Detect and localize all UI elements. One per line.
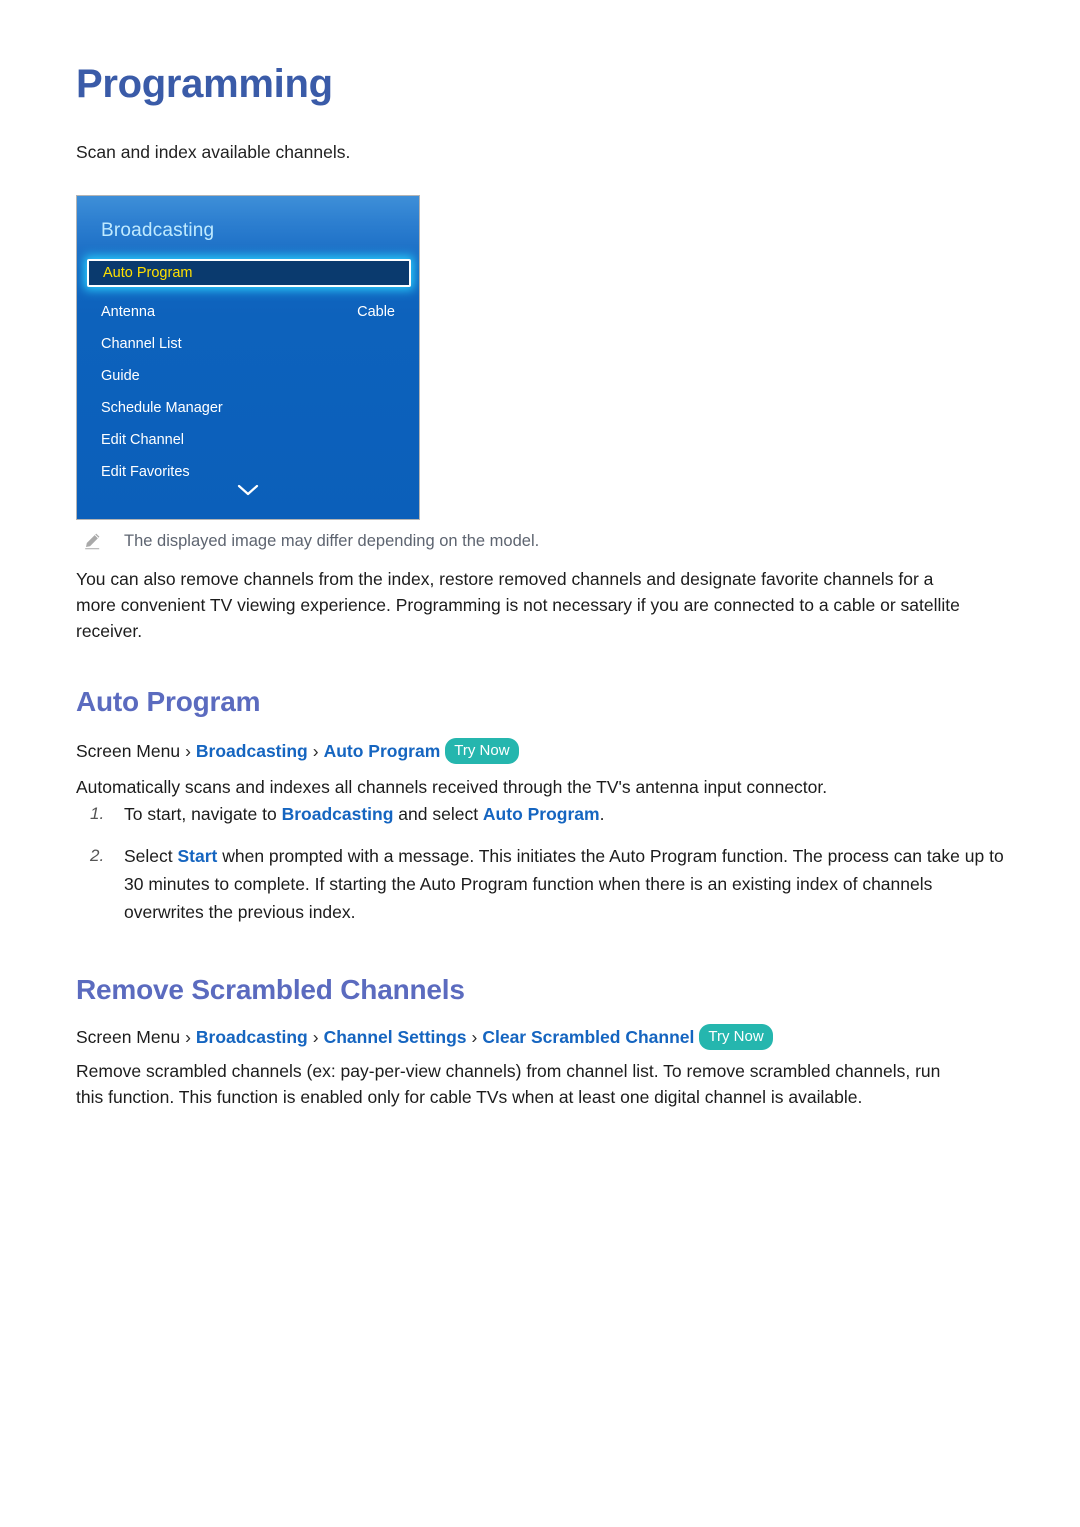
section-heading-auto-program: Auto Program [76, 686, 261, 717]
section-heading-remove-scrambled-channels: Remove Scrambled Channels [76, 974, 465, 1005]
list-item: 2. Select Start when prompted with a mes… [76, 842, 1016, 926]
breadcrumb-separator: › [185, 741, 191, 761]
tv-menu-screenshot: Broadcasting Auto Program Antenna Cable … [76, 195, 420, 520]
chevron-down-icon[interactable] [77, 484, 419, 499]
auto-program-body-paragraph: Automatically scans and indexes all chan… [76, 777, 828, 797]
tv-highlight-box: Auto Program [87, 259, 411, 287]
tv-menu-item-label: Schedule Manager [101, 400, 223, 416]
breadcrumb-link-clear-scrambled-channel[interactable]: Clear Scrambled Channel [482, 1027, 694, 1047]
tv-menu-list: Antenna Cable Channel List Guide Schedul… [77, 296, 419, 488]
breadcrumb-link-broadcasting[interactable]: Broadcasting [196, 741, 308, 761]
tv-menu-item-edit-channel[interactable]: Edit Channel [77, 424, 419, 456]
page-intro-text: Scan and index available channels. [76, 142, 351, 162]
pencil-icon [82, 531, 102, 551]
breadcrumb-link-broadcasting[interactable]: Broadcasting [196, 1027, 308, 1047]
breadcrumb-separator: › [471, 1027, 478, 1047]
breadcrumb-root: Screen Menu [76, 741, 181, 761]
breadcrumb-remove-scrambled: Screen Menu › Broadcasting › Channel Setting… [76, 1024, 773, 1052]
inline-link-auto-program[interactable]: Auto Program [483, 804, 600, 824]
step-text-part: To start, navigate to [124, 804, 282, 824]
note-text: The displayed image may differ depending… [124, 532, 540, 550]
tv-menu-item-label: Antenna [101, 304, 156, 320]
breadcrumb-separator: › [312, 1027, 319, 1047]
list-item: 1. To start, navigate to Broadcasting an… [76, 800, 1016, 828]
list-item-number: 2. [90, 846, 105, 865]
breadcrumb-separator: › [312, 741, 319, 761]
tv-menu-item-auto-program[interactable]: Auto Program [84, 256, 414, 290]
tv-menu-item-schedule-manager[interactable]: Schedule Manager [77, 392, 419, 424]
tv-menu-item-guide[interactable]: Guide [77, 360, 419, 392]
page-title: Programming [76, 62, 333, 106]
breadcrumb-link-channel-settings[interactable]: Channel Settings [324, 1027, 467, 1047]
step-text-part: when prompted with a message. This initi… [124, 846, 1004, 922]
tv-menu-item-label-selected: Auto Program [103, 265, 193, 281]
inline-link-start[interactable]: Start [178, 846, 218, 866]
tv-menu-item-label: Channel List [101, 336, 182, 352]
list-item-text: To start, navigate to Broadcasting and s… [124, 804, 604, 824]
note-row: The displayed image may differ depending… [76, 530, 976, 556]
tv-menu-item-antenna[interactable]: Antenna Cable [77, 296, 419, 328]
intro-body-paragraph: You can also remove channels from the in… [76, 569, 960, 641]
auto-program-steps-list: 1. To start, navigate to Broadcasting an… [76, 800, 1016, 940]
tv-menu-item-label: Guide [101, 368, 140, 384]
list-item-number: 1. [90, 804, 105, 823]
try-now-badge[interactable]: Try Now [699, 1024, 773, 1050]
breadcrumb-root: Screen Menu [76, 1027, 181, 1047]
document-page: Programming Scan and index available cha… [0, 0, 1080, 1527]
step-text-part: and select [393, 804, 483, 824]
list-item-text: Select Start when prompted with a messag… [124, 846, 1004, 922]
tv-menu-item-channel-list[interactable]: Channel List [77, 328, 419, 360]
step-text-part: . [599, 804, 605, 824]
try-now-badge[interactable]: Try Now [445, 738, 519, 764]
breadcrumb-auto-program: Screen Menu › Broadcasting › Auto Program Try… [76, 738, 519, 766]
tv-menu-item-value: Cable [357, 304, 395, 320]
breadcrumb-separator: › [185, 1027, 191, 1047]
step-text-part: Select [124, 846, 178, 866]
remove-scrambled-body-paragraph: Remove scrambled channels (ex: pay-per-v… [76, 1061, 941, 1107]
breadcrumb-link-auto-program[interactable]: Auto Program [324, 741, 441, 761]
tv-menu-header: Broadcasting [101, 220, 215, 241]
tv-menu-item-label: Edit Favorites [101, 464, 190, 480]
inline-link-broadcasting[interactable]: Broadcasting [282, 804, 394, 824]
tv-menu-item-label: Edit Channel [101, 432, 185, 448]
